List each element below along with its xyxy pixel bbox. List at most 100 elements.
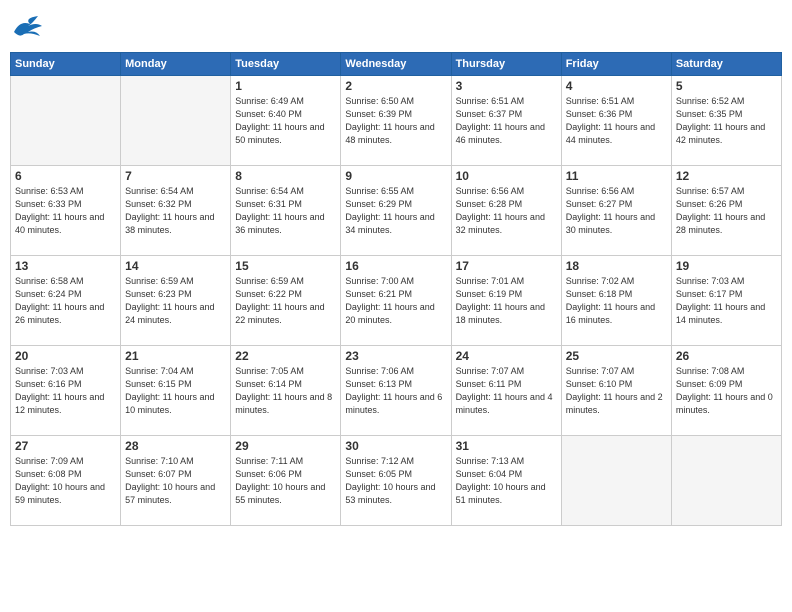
day-number: 16 — [345, 259, 446, 273]
day-info: Sunrise: 6:59 AMSunset: 6:23 PMDaylight:… — [125, 275, 226, 327]
calendar-cell: 5Sunrise: 6:52 AMSunset: 6:35 PMDaylight… — [671, 76, 781, 166]
day-number: 6 — [15, 169, 116, 183]
calendar-cell: 26Sunrise: 7:08 AMSunset: 6:09 PMDayligh… — [671, 346, 781, 436]
day-info: Sunrise: 7:03 AMSunset: 6:17 PMDaylight:… — [676, 275, 777, 327]
day-number: 12 — [676, 169, 777, 183]
day-number: 24 — [456, 349, 557, 363]
day-number: 17 — [456, 259, 557, 273]
calendar-cell: 30 Sunrise: 7:12 AMSunset: 6:05 PMDayligh… — [341, 436, 451, 526]
day-number: 31 — [456, 439, 557, 453]
weekday-header-monday: Monday — [121, 53, 231, 76]
calendar-cell — [671, 436, 781, 526]
day-info: Sunrise: 7:12 AMSunset: 6:05 PMDaylight:… — [345, 455, 446, 507]
week-row-5: 27 Sunrise: 7:09 AMSunset: 6:08 PMDayligh… — [11, 436, 782, 526]
calendar-cell: 29 Sunrise: 7:11 AMSunset: 6:06 PMDayligh… — [231, 436, 341, 526]
calendar-cell: 18Sunrise: 7:02 AMSunset: 6:18 PMDayligh… — [561, 256, 671, 346]
day-number: 4 — [566, 79, 667, 93]
week-row-2: 6 Sunrise: 6:53 AMSunset: 6:33 PMDaylight… — [11, 166, 782, 256]
week-row-3: 13 Sunrise: 6:58 AMSunset: 6:24 PMDayligh… — [11, 256, 782, 346]
day-info: Sunrise: 6:56 AMSunset: 6:28 PMDaylight:… — [456, 185, 557, 237]
day-number: 25 — [566, 349, 667, 363]
calendar-cell — [561, 436, 671, 526]
weekday-header-saturday: Saturday — [671, 53, 781, 76]
day-number: 8 — [235, 169, 336, 183]
day-number: 20 — [15, 349, 116, 363]
day-info: Sunrise: 7:04 AMSunset: 6:15 PMDaylight:… — [125, 365, 226, 417]
day-number: 7 — [125, 169, 226, 183]
calendar-header: SundayMondayTuesdayWednesdayThursdayFrid… — [11, 53, 782, 76]
calendar-cell: 8 Sunrise: 6:54 AMSunset: 6:31 PMDaylight… — [231, 166, 341, 256]
calendar-cell: 17Sunrise: 7:01 AMSunset: 6:19 PMDayligh… — [451, 256, 561, 346]
calendar-cell: 16 Sunrise: 7:00 AMSunset: 6:21 PMDayligh… — [341, 256, 451, 346]
weekday-row: SundayMondayTuesdayWednesdayThursdayFrid… — [11, 53, 782, 76]
day-info: Sunrise: 6:50 AMSunset: 6:39 PMDaylight:… — [345, 95, 446, 147]
day-info: Sunrise: 6:51 AMSunset: 6:37 PMDaylight:… — [456, 95, 557, 147]
day-info: Sunrise: 6:56 AMSunset: 6:27 PMDaylight:… — [566, 185, 667, 237]
day-number: 23 — [345, 349, 446, 363]
calendar-cell — [121, 76, 231, 166]
calendar-cell: 14Sunrise: 6:59 AMSunset: 6:23 PMDayligh… — [121, 256, 231, 346]
weekday-header-sunday: Sunday — [11, 53, 121, 76]
day-number: 27 — [15, 439, 116, 453]
calendar-cell: 22Sunrise: 7:05 AMSunset: 6:14 PMDayligh… — [231, 346, 341, 436]
day-number: 28 — [125, 439, 226, 453]
day-info: Sunrise: 6:49 AMSunset: 6:40 PMDaylight:… — [235, 95, 336, 147]
day-number: 10 — [456, 169, 557, 183]
calendar-cell — [11, 76, 121, 166]
weekday-header-wednesday: Wednesday — [341, 53, 451, 76]
day-number: 9 — [345, 169, 446, 183]
weekday-header-thursday: Thursday — [451, 53, 561, 76]
calendar-cell: 4Sunrise: 6:51 AMSunset: 6:36 PMDaylight… — [561, 76, 671, 166]
calendar-cell: 25 Sunrise: 7:07 AMSunset: 6:10 PMDayligh… — [561, 346, 671, 436]
calendar-cell: 28 Sunrise: 7:10 AMSunset: 6:07 PMDayligh… — [121, 436, 231, 526]
logo — [10, 10, 50, 46]
calendar-cell: 10 Sunrise: 6:56 AMSunset: 6:28 PMDayligh… — [451, 166, 561, 256]
calendar-cell: 6 Sunrise: 6:53 AMSunset: 6:33 PMDaylight… — [11, 166, 121, 256]
calendar-cell: 3 Sunrise: 6:51 AMSunset: 6:37 PMDaylight… — [451, 76, 561, 166]
day-info: Sunrise: 6:55 AMSunset: 6:29 PMDaylight:… — [345, 185, 446, 237]
day-number: 2 — [345, 79, 446, 93]
calendar-cell: 20 Sunrise: 7:03 AMSunset: 6:16 PMDayligh… — [11, 346, 121, 436]
day-info: Sunrise: 6:52 AMSunset: 6:35 PMDaylight:… — [676, 95, 777, 147]
calendar-cell: 31 Sunrise: 7:13 AMSunset: 6:04 PMDayligh… — [451, 436, 561, 526]
week-row-1: 1Sunrise: 6:49 AMSunset: 6:40 PMDaylight… — [11, 76, 782, 166]
day-info: Sunrise: 7:07 AMSunset: 6:10 PMDaylight:… — [566, 365, 667, 417]
calendar-cell: 27 Sunrise: 7:09 AMSunset: 6:08 PMDayligh… — [11, 436, 121, 526]
calendar-cell: 15 Sunrise: 6:59 AMSunset: 6:22 PMDayligh… — [231, 256, 341, 346]
day-number: 29 — [235, 439, 336, 453]
calendar-cell: 23 Sunrise: 7:06 AMSunset: 6:13 PMDayligh… — [341, 346, 451, 436]
day-info: Sunrise: 7:11 AMSunset: 6:06 PMDaylight:… — [235, 455, 336, 507]
day-number: 11 — [566, 169, 667, 183]
weekday-header-friday: Friday — [561, 53, 671, 76]
day-info: Sunrise: 7:05 AMSunset: 6:14 PMDaylight:… — [235, 365, 336, 417]
calendar-cell: 1Sunrise: 6:49 AMSunset: 6:40 PMDaylight… — [231, 76, 341, 166]
day-info: Sunrise: 7:00 AMSunset: 6:21 PMDaylight:… — [345, 275, 446, 327]
calendar-cell: 13 Sunrise: 6:58 AMSunset: 6:24 PMDayligh… — [11, 256, 121, 346]
calendar-body: 1Sunrise: 6:49 AMSunset: 6:40 PMDaylight… — [11, 76, 782, 526]
calendar-cell: 24Sunrise: 7:07 AMSunset: 6:11 PMDayligh… — [451, 346, 561, 436]
calendar-cell: 21Sunrise: 7:04 AMSunset: 6:15 PMDayligh… — [121, 346, 231, 436]
day-info: Sunrise: 7:03 AMSunset: 6:16 PMDaylight:… — [15, 365, 116, 417]
weekday-header-tuesday: Tuesday — [231, 53, 341, 76]
calendar-cell: 2 Sunrise: 6:50 AMSunset: 6:39 PMDaylight… — [341, 76, 451, 166]
day-number: 26 — [676, 349, 777, 363]
logo-bird-icon — [10, 10, 46, 46]
day-number: 19 — [676, 259, 777, 273]
day-number: 13 — [15, 259, 116, 273]
day-number: 18 — [566, 259, 667, 273]
day-info: Sunrise: 6:53 AMSunset: 6:33 PMDaylight:… — [15, 185, 116, 237]
page-header — [10, 10, 782, 46]
day-info: Sunrise: 7:06 AMSunset: 6:13 PMDaylight:… — [345, 365, 446, 417]
day-info: Sunrise: 6:54 AMSunset: 6:32 PMDaylight:… — [125, 185, 226, 237]
day-info: Sunrise: 7:13 AMSunset: 6:04 PMDaylight:… — [456, 455, 557, 507]
day-info: Sunrise: 6:58 AMSunset: 6:24 PMDaylight:… — [15, 275, 116, 327]
day-info: Sunrise: 7:10 AMSunset: 6:07 PMDaylight:… — [125, 455, 226, 507]
calendar-cell: 12Sunrise: 6:57 AMSunset: 6:26 PMDayligh… — [671, 166, 781, 256]
day-number: 30 — [345, 439, 446, 453]
day-number: 3 — [456, 79, 557, 93]
day-info: Sunrise: 7:09 AMSunset: 6:08 PMDaylight:… — [15, 455, 116, 507]
day-info: Sunrise: 6:59 AMSunset: 6:22 PMDaylight:… — [235, 275, 336, 327]
week-row-4: 20 Sunrise: 7:03 AMSunset: 6:16 PMDayligh… — [11, 346, 782, 436]
day-info: Sunrise: 6:54 AMSunset: 6:31 PMDaylight:… — [235, 185, 336, 237]
day-number: 15 — [235, 259, 336, 273]
